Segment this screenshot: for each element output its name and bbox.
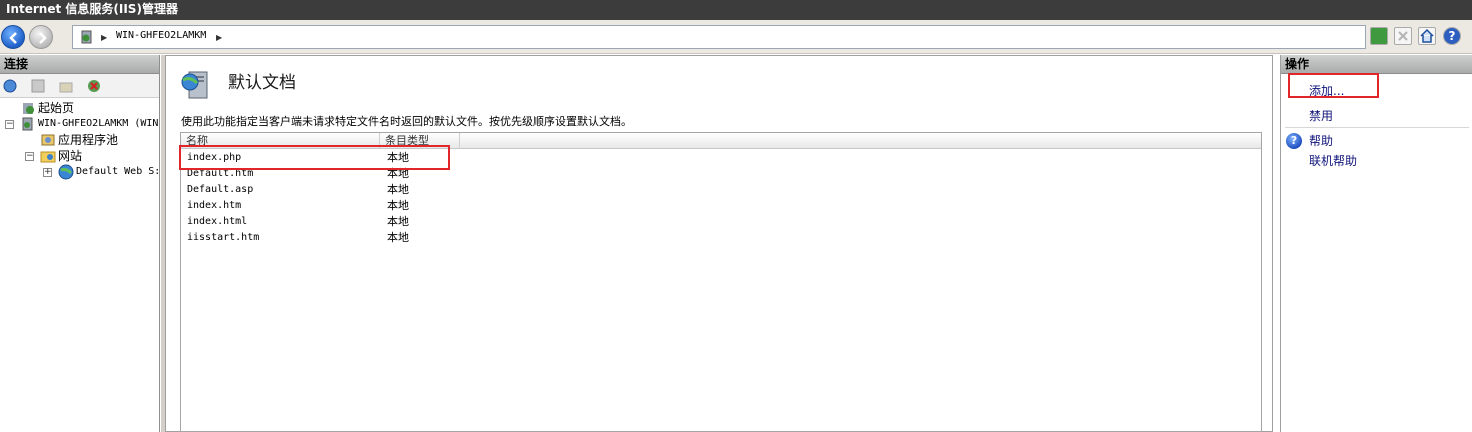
page-title: 默认文档	[228, 73, 296, 93]
window-title: Internet 信息服务(IIS)管理器	[0, 0, 1472, 20]
default-document-icon	[181, 71, 208, 99]
refresh-icon[interactable]	[1370, 27, 1388, 45]
list-header: 名称 条目类型	[181, 133, 1261, 149]
connections-pane: 连接 起始页 − WIN-GHFEO2LAMKM (WIN 应用程序池 − 网站…	[0, 55, 160, 432]
feature-pane: 默认文档 使用此功能指定当客户端未请求特定文件名时返回的默认文件。按优先级顺序设…	[165, 55, 1273, 432]
list-row[interactable]: index.html 本地	[181, 214, 1261, 230]
default-documents-list: 名称 条目类型 index.php 本地 Default.htm 本地 Defa…	[180, 132, 1262, 432]
list-row[interactable]: index.htm 本地	[181, 198, 1261, 214]
entry-type: 本地	[387, 231, 409, 244]
document-name: index.php	[187, 152, 242, 163]
actions-header: 操作	[1281, 55, 1472, 74]
globe-icon	[58, 164, 74, 180]
column-header-name[interactable]: 名称	[181, 133, 380, 149]
connections-toolbar	[0, 74, 159, 98]
list-row[interactable]: Default.htm 本地	[181, 166, 1261, 182]
server-icon	[81, 30, 92, 44]
connect-icon[interactable]	[2, 78, 18, 94]
breadcrumb-separator-icon[interactable]: ▶	[216, 33, 222, 42]
stop-icon[interactable]	[1394, 27, 1412, 45]
list-row[interactable]: index.php 本地	[181, 150, 1261, 166]
document-name: index.html	[187, 216, 248, 227]
online-help-action-link[interactable]: 联机帮助	[1309, 152, 1357, 169]
page-description: 使用此功能指定当客户端未请求特定文件名时返回的默认文件。按优先级顺序设置默认文档…	[181, 115, 632, 128]
start-page-icon	[23, 103, 34, 114]
server-icon	[22, 117, 33, 131]
breadcrumb-server[interactable]: WIN-GHFEO2LAMKM	[116, 30, 206, 41]
folder-icon	[40, 151, 56, 163]
document-name: iisstart.htm	[187, 232, 260, 243]
add-action-link[interactable]: 添加...	[1309, 82, 1344, 99]
column-header-entry-type[interactable]: 条目类型	[380, 133, 460, 149]
help-action-link[interactable]: 帮助	[1309, 132, 1333, 149]
help-icon: ?	[1286, 133, 1302, 149]
address-toolbar: ▶ WIN-GHFEO2LAMKM ▶ ?	[0, 20, 1472, 54]
entry-type: 本地	[387, 199, 409, 212]
entry-type: 本地	[387, 151, 409, 164]
actions-pane: 操作 添加... 禁用 ? 帮助 联机帮助	[1280, 55, 1472, 432]
disconnect-icon[interactable]	[86, 78, 102, 94]
app-pool-icon	[41, 134, 55, 146]
entry-type: 本地	[387, 183, 409, 196]
disable-action-link[interactable]: 禁用	[1309, 107, 1333, 124]
help-menu-icon[interactable]: ?	[1443, 27, 1461, 45]
list-row[interactable]: iisstart.htm 本地	[181, 230, 1261, 246]
entry-type: 本地	[387, 167, 409, 180]
entry-type: 本地	[387, 215, 409, 228]
list-row[interactable]: Default.asp 本地	[181, 182, 1261, 198]
back-button[interactable]	[1, 25, 25, 49]
collapse-icon[interactable]: −	[25, 152, 34, 161]
address-bar[interactable]: ▶ WIN-GHFEO2LAMKM ▶	[72, 25, 1366, 49]
iis-manager-window: Internet 信息服务(IIS)管理器 ▶ WIN-GHFEO2LAMKM …	[0, 0, 1472, 432]
forward-button[interactable]	[29, 25, 53, 49]
document-name: index.htm	[187, 200, 242, 211]
up-folder-icon[interactable]	[58, 78, 74, 94]
expand-icon[interactable]: +	[43, 168, 52, 177]
collapse-icon[interactable]: −	[5, 120, 14, 129]
arrow-right-icon	[39, 32, 47, 44]
document-name: Default.htm	[187, 168, 254, 179]
document-name: Default.asp	[187, 184, 254, 195]
connections-header: 连接	[0, 55, 159, 74]
home-icon[interactable]	[1418, 27, 1436, 45]
breadcrumb-separator-icon: ▶	[101, 33, 108, 42]
action-separator	[1285, 127, 1469, 128]
arrow-left-icon	[9, 32, 17, 44]
save-icon[interactable]	[30, 78, 46, 94]
